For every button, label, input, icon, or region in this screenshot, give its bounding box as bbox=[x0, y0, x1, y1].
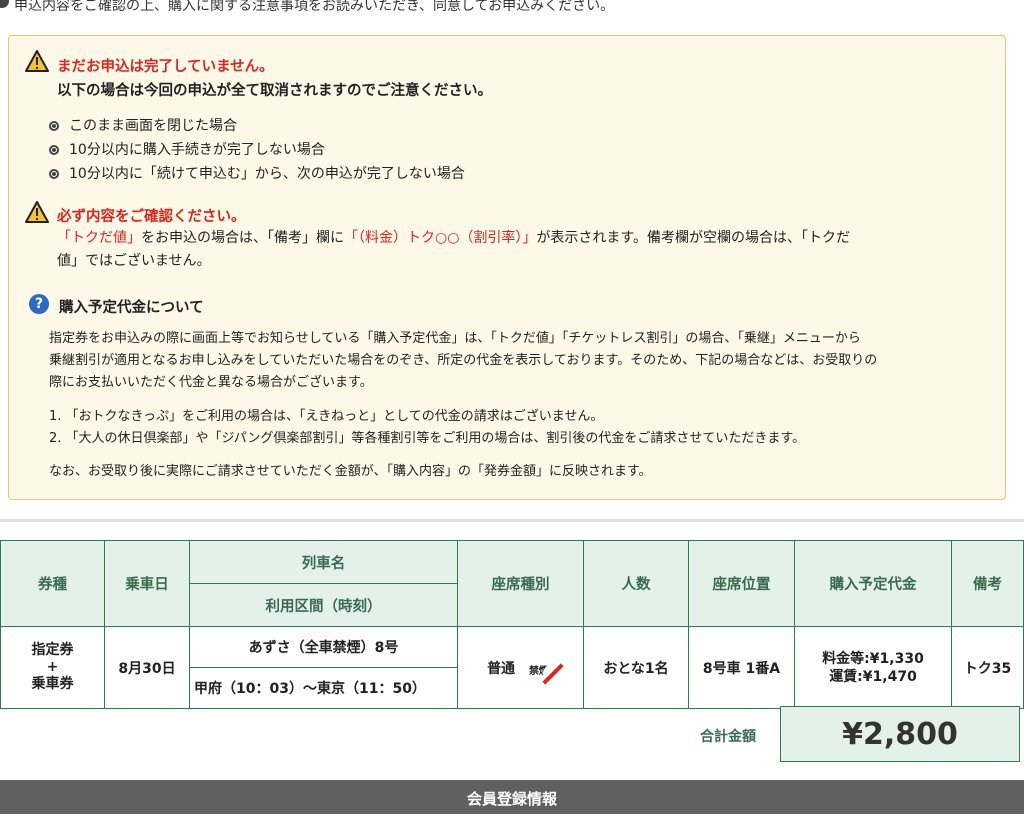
header-ticket-type: 券種 bbox=[0, 540, 105, 627]
header-notes: 備考 bbox=[951, 540, 1024, 627]
header-price: 購入予定代金 bbox=[794, 540, 952, 627]
member-info-bar[interactable]: 会員登録情報 bbox=[0, 780, 1024, 814]
closing-note: なお、お受取り後に実際にご請求させていただく金額が、「購入内容」の「発券金額」に… bbox=[49, 464, 652, 479]
warning-icon bbox=[25, 201, 49, 223]
tokudane-note: 「トクだ値」をお申込の場合は、「備考」欄に「（料金）トク○○（割引率）」が表示さ… bbox=[57, 230, 851, 269]
no-smoking-icon: 禁煙 bbox=[528, 666, 549, 677]
numbered-item: 2. 「大人の休日倶楽部」や「ジパング倶楽部割引」等各種割引等をご利用の場合は、… bbox=[49, 431, 806, 446]
price-paragraph-line: 際にお支払いいただく代金と異なる場合がございます。 bbox=[49, 375, 373, 390]
header-seat-class: 座席種別 bbox=[457, 540, 584, 627]
list-item: 10分以内に「続けて申込む」から、次の申込が完了しない場合 bbox=[49, 163, 465, 183]
total-label: 合計金額 bbox=[700, 729, 756, 745]
cell-ticket-type: 指定券 + 乗車券 bbox=[0, 626, 105, 709]
header-seat-position: 座席位置 bbox=[688, 540, 795, 627]
bullet-icon bbox=[0, 0, 9, 8]
cell-section: 甲府（10：03）～東京（11：50） bbox=[189, 667, 458, 709]
price-paragraph-line: 乗継割引が適用となるお申し込みをしていただいた場合をのぞき、所定の代金を表示して… bbox=[49, 353, 878, 368]
cell-date: 8月30日 bbox=[104, 626, 190, 709]
intro-line: 申込内容をご確認の上、購入に関する注意事項をお読みいただき、同意してお申込みくだ… bbox=[0, 0, 1024, 20]
header-people: 人数 bbox=[583, 540, 689, 627]
cell-seat-class: 普通 禁煙 bbox=[457, 626, 584, 709]
bullet-icon bbox=[49, 121, 59, 131]
price-paragraph-line: 指定券をお申込みの際に画面上等でお知らせしている「購入予定代金」は、「トクだ値」… bbox=[49, 331, 861, 346]
cell-people: おとな1名 bbox=[583, 626, 689, 709]
header-train-name: 列車名 bbox=[189, 540, 458, 584]
cell-seat-position: 8号車 1番A bbox=[688, 626, 795, 709]
section-title-price: 購入予定代金について bbox=[59, 300, 204, 316]
list-item: このまま画面を閉じた場合 bbox=[49, 115, 237, 135]
trip-table: 券種 乗車日 列車名 座席種別 人数 座席位置 購入予定代金 備考 利用区間（時… bbox=[0, 540, 1024, 709]
warning-title-confirm: 必ず内容をご確認ください。 bbox=[57, 209, 246, 225]
divider bbox=[0, 519, 1024, 522]
warning-icon bbox=[25, 50, 49, 72]
bullet-icon bbox=[49, 145, 59, 155]
list-item: 10分以内に購入手続きが完了しない場合 bbox=[49, 139, 325, 159]
cell-train-name: あずさ（全車禁煙）8号 bbox=[189, 626, 458, 668]
question-icon: ? bbox=[29, 294, 49, 314]
intro-text: 申込内容をご確認の上、購入に関する注意事項をお読みいただき、同意してお申込みくだ… bbox=[14, 0, 615, 14]
warning-subtitle: 以下の場合は今回の申込が全て取消されますのでご注意ください。 bbox=[57, 83, 492, 99]
total-amount: ¥2,800 bbox=[780, 706, 1020, 762]
header-date: 乗車日 bbox=[104, 540, 190, 627]
header-section: 利用区間（時刻） bbox=[189, 583, 458, 627]
cell-price: 料金等:¥1,330 運賃:¥1,470 bbox=[794, 626, 952, 709]
warning-title-incomplete: まだお申込は完了していません。 bbox=[57, 59, 274, 75]
table-row: 指定券 + 乗車券 8月30日 あずさ（全車禁煙）8号 普通 禁煙 おとな1名 … bbox=[0, 626, 1024, 709]
cell-notes: トク35 bbox=[951, 626, 1024, 709]
bullet-icon bbox=[49, 169, 59, 179]
notice-box: まだお申込は完了していません。 以下の場合は今回の申込が全て取消されますのでご注… bbox=[8, 35, 1006, 500]
numbered-item: 1. 「おトクなきっぷ」をご利用の場合は、「えきねっと」としての代金の請求はござ… bbox=[49, 409, 604, 424]
